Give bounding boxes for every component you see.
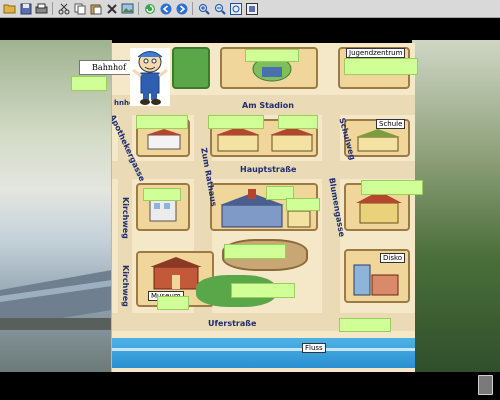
drop-zone[interactable]: [245, 49, 299, 62]
forward-icon[interactable]: [174, 1, 189, 16]
drop-zone[interactable]: [143, 188, 181, 201]
mascot-image: [130, 48, 170, 106]
river-wave: [112, 348, 415, 351]
toolbar-separator: [52, 2, 53, 15]
drop-zone[interactable]: [339, 318, 391, 332]
label-am-stadion: Am Stadion: [242, 101, 294, 110]
toolbar-separator: [138, 2, 139, 15]
delete-icon[interactable]: [104, 1, 119, 16]
fullscreen-icon[interactable]: [244, 1, 259, 16]
drop-zone[interactable]: [344, 58, 418, 75]
drop-zone[interactable]: [286, 198, 320, 211]
paste-icon[interactable]: [88, 1, 103, 16]
museum-icon: [150, 257, 202, 290]
print-icon[interactable]: [34, 1, 49, 16]
trash-icon[interactable]: [478, 375, 493, 395]
forest-right: [412, 40, 500, 372]
river: [112, 338, 415, 368]
park-block: [172, 47, 210, 89]
disko-block: Disko: [344, 249, 410, 303]
folder-icon[interactable]: [2, 1, 17, 16]
drop-zone[interactable]: [278, 115, 318, 129]
drop-zone[interactable]: [71, 76, 107, 91]
school-icon: [356, 129, 400, 152]
drop-zone[interactable]: [208, 115, 264, 129]
disko-sign: Disko: [380, 253, 406, 263]
label-kirchweg-top: Kirchweg: [121, 197, 130, 239]
cut-icon[interactable]: [56, 1, 71, 16]
pharmacy-icon: [146, 129, 182, 150]
bottom-bar: [0, 372, 500, 400]
jugendzentrum-sign: Jugendzentrum: [346, 48, 406, 58]
drop-zone[interactable]: [361, 180, 423, 195]
drop-zone[interactable]: [157, 296, 189, 310]
drop-zone[interactable]: [224, 244, 286, 259]
image-icon[interactable]: [120, 1, 135, 16]
back-icon[interactable]: [158, 1, 173, 16]
toolbar-separator: [192, 2, 193, 15]
schule-sign: Schule: [376, 119, 406, 129]
top-bar: [0, 18, 500, 40]
zoom-out-icon[interactable]: [212, 1, 227, 16]
label-uferstrasse: Uferstraße: [208, 319, 257, 328]
fluss-sign: Fluss: [302, 343, 326, 353]
train-image: [0, 270, 112, 330]
label-hauptstrasse: Hauptstraße: [240, 165, 297, 174]
refresh-icon[interactable]: [142, 1, 157, 16]
houses-icon: [216, 127, 314, 152]
disko-icon: [353, 264, 399, 296]
drop-zone[interactable]: [136, 115, 188, 129]
drop-zone[interactable]: [231, 283, 295, 298]
save-icon[interactable]: [18, 1, 33, 16]
house-icon: [356, 191, 402, 224]
zoom-in-icon[interactable]: [196, 1, 211, 16]
zoom-fit-icon[interactable]: [228, 1, 243, 16]
copy-icon[interactable]: [72, 1, 87, 16]
label-kirchweg-bottom: Kirchweg: [121, 265, 130, 307]
toolbar: [0, 0, 500, 18]
